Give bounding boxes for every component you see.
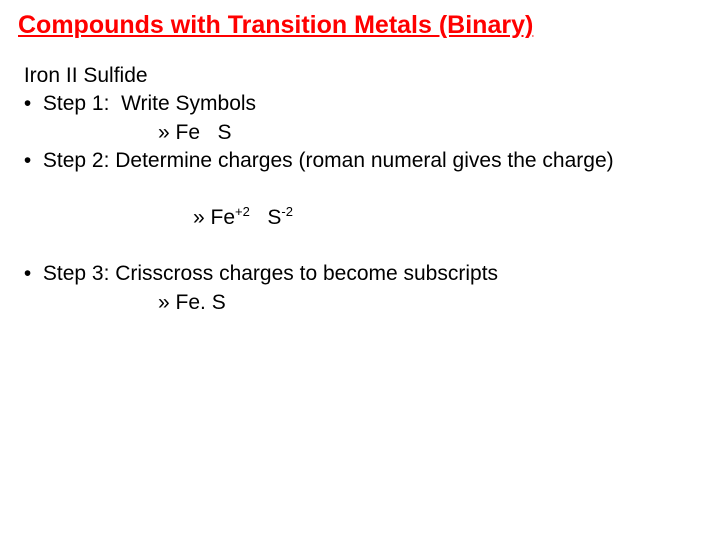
step-3: • Step 3: Crisscross charges to become s… [18, 260, 702, 288]
step-2: • Step 2: Determine charges (roman numer… [18, 147, 702, 175]
slide-title: Compounds with Transition Metals (Binary… [18, 10, 702, 40]
step-3-sub: » Fe. S [158, 289, 702, 317]
step-2-mid: S [250, 206, 282, 229]
step-2-prefix: » Fe [193, 206, 235, 229]
s-charge: -2 [281, 204, 293, 219]
slide-body: Iron II Sulfide • Step 1: Write Symbols … [18, 62, 702, 317]
fe-charge: +2 [235, 204, 250, 219]
slide: Compounds with Transition Metals (Binary… [0, 0, 720, 540]
compound-name: Iron II Sulfide [18, 62, 702, 90]
step-2-sub: » Fe+2 S-2 [158, 175, 702, 260]
step-1-sub: » Fe S [158, 119, 702, 147]
step-1: • Step 1: Write Symbols [18, 90, 702, 118]
